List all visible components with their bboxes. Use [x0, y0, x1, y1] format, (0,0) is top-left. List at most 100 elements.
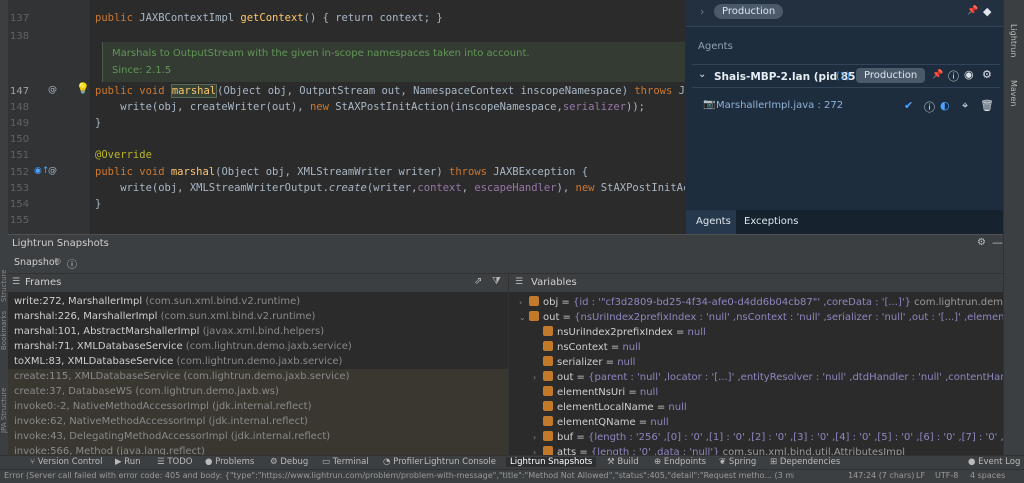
frame-row[interactable]: toXML:83, XMLDatabaseService (com.lightr…: [14, 356, 342, 367]
expand-arrow-icon[interactable]: ›: [519, 298, 529, 307]
variable-value: {length : '0' ,data : 'null'}: [590, 447, 720, 455]
code-line-153: write(obj, XMLStreamWriterOutput.create(…: [95, 182, 685, 194]
target-icon[interactable]: ⌖: [962, 99, 968, 113]
frame-row[interactable]: invoke0:-2, NativeMethodAccessorImpl (jd…: [14, 401, 312, 412]
minimize-icon[interactable]: —: [992, 236, 1003, 249]
trash-icon[interactable]: 🗑: [980, 99, 994, 112]
variable-row[interactable]: ⌄ out = {nsUriIndex2prefixIndex : 'null' …: [519, 311, 1003, 323]
frame-row[interactable]: invoke:43, DelegatingMethodAccessorImpl …: [14, 431, 330, 442]
variable-row[interactable]: elementLocalName = null: [533, 401, 687, 413]
bottom-tab-endpoints[interactable]: ⊕ Endpoints: [654, 457, 706, 467]
tab-snapshot[interactable]: Snapshot: [14, 257, 58, 268]
variable-row[interactable]: nsUriIndex2prefixIndex = null: [533, 326, 706, 338]
variable-row[interactable]: › out = {parent : 'null' ,locator : '[...…: [533, 371, 1003, 383]
maven-tab[interactable]: Maven: [1009, 80, 1018, 107]
field-icon: [543, 416, 553, 426]
status-message[interactable]: Error (Server call failed with error cod…: [4, 471, 794, 480]
bottom-tab-spring[interactable]: ❦ Spring: [719, 457, 756, 467]
info-icon[interactable]: ⓘ: [67, 256, 77, 271]
expand-arrow-icon[interactable]: ›: [533, 373, 543, 382]
production-pill[interactable]: Production: [714, 4, 784, 19]
eye-icon[interactable]: ◉: [964, 68, 974, 81]
export-icon[interactable]: ⇗: [474, 276, 482, 287]
frames-panel: ☰ Frames ⇗ ⧩ write:272, MarshallerImpl (…: [8, 274, 509, 455]
variable-row[interactable]: › obj = {id : '"cf3d2809-bd25-4f34-afe0-d…: [519, 296, 1003, 308]
frame-package: (com.lightrun.demo.jaxb.service): [185, 341, 352, 352]
frame-row[interactable]: create:37, DatabaseWS (com.lightrun.demo…: [14, 386, 279, 397]
cursor-position[interactable]: 147:24 (7 chars): [848, 471, 914, 480]
field-icon: [543, 326, 553, 336]
expand-arrow-icon[interactable]: ⌄: [519, 313, 529, 322]
bottom-tab-debug[interactable]: ⚙ Debug: [270, 457, 308, 467]
structure-tab[interactable]: Structure: [0, 262, 8, 302]
frame-package: (com.lightrun.demo.jaxb.service): [183, 371, 350, 382]
annotation-marker-icon[interactable]: @: [48, 85, 57, 95]
frame-row[interactable]: marshal:226, MarshallerImpl (com.sun.xml…: [14, 311, 315, 322]
frame-row[interactable]: marshal:71, XMLDatabaseService (com.ligh…: [14, 341, 352, 352]
bottom-tab-run[interactable]: ▶ Run: [115, 457, 141, 467]
frame-row[interactable]: marshal:101, AbstractMarshallerImpl (jav…: [14, 326, 324, 337]
bookmarks-tab[interactable]: Bookmarks: [0, 305, 8, 350]
variables-panel: ☰ Variables › obj = {id : '"cf3d2809-bd25…: [509, 274, 1003, 455]
variable-value: {nsUriIndex2prefixIndex : 'null' ,nsCont…: [574, 312, 1003, 323]
toggle-icon[interactable]: ◐: [940, 99, 950, 112]
lightbulb-icon[interactable]: 💡: [76, 82, 90, 95]
bottom-tab-problems[interactable]: ● Problems: [205, 457, 254, 467]
frame-row[interactable]: create:115, XMLDatabaseService (com.ligh…: [14, 371, 349, 382]
variables-icon: ☰: [515, 277, 524, 287]
bottom-tab-lightrun-console[interactable]: Lightrun Console: [424, 457, 496, 467]
bottom-tab-profiler[interactable]: ◔ Profiler: [383, 457, 423, 467]
filter-icon[interactable]: ⚙: [982, 68, 992, 81]
info-icon[interactable]: ⓘ: [948, 68, 959, 84]
code-line-152: public void marshal(Object obj, XMLStrea…: [95, 166, 589, 178]
snapshot-item-row[interactable]: 📷 MarshallerImpl.java : 272 ✔ ⓘ ◐ ⌖ 🗑: [700, 99, 1000, 115]
bottom-tab-dependencies[interactable]: ⊞ Dependencies: [770, 457, 840, 467]
bottom-tab-build[interactable]: ⚒ Build: [607, 457, 639, 467]
frame-row[interactable]: invoke:62, NativeMethodAccessorImpl (jdk…: [14, 416, 308, 427]
agent-production-pill[interactable]: Production: [856, 68, 926, 83]
variable-row[interactable]: nsContext = null: [533, 341, 641, 353]
agent-name: Shais-MBP-2.lan (pid 8591): [714, 71, 875, 83]
variable-row[interactable]: elementNsUri = null: [533, 386, 658, 398]
toolwindow-header: Lightrun Snapshots ⚙ —: [8, 234, 1003, 253]
file-encoding[interactable]: UTF-8: [935, 471, 958, 480]
field-icon: [529, 296, 539, 306]
tab-agents[interactable]: Agents: [696, 216, 731, 227]
variable-row[interactable]: › buf = {length : '256' ,[0] : '0' ,[1] :…: [533, 431, 1003, 443]
variable-row[interactable]: serializer = null: [533, 356, 635, 368]
bottom-tab-todo[interactable]: ☰ TODO: [157, 457, 192, 467]
bottom-tab-event-log[interactable]: ● Event Log: [968, 457, 1020, 467]
close-icon[interactable]: ⊗: [54, 257, 62, 267]
code-editor[interactable]: 137 138 147 148 149 150 151 152 153 154 …: [8, 0, 685, 234]
pin-icon[interactable]: 📌: [932, 70, 943, 80]
tab-exceptions[interactable]: Exceptions: [744, 216, 798, 227]
jpa-structure-tab[interactable]: JPA Structure: [0, 378, 8, 433]
frame-package: (java.lang.reflect): [116, 446, 205, 455]
tag-icon[interactable]: ◆: [983, 5, 991, 18]
chevron-down-icon[interactable]: ⌄: [698, 69, 706, 80]
bottom-tab-version-control[interactable]: ⑂ Version Control: [30, 457, 103, 467]
pin-icon[interactable]: 📌: [967, 6, 978, 16]
frame-row[interactable]: write:272, MarshallerImpl (com.sun.xml.b…: [14, 296, 300, 307]
indent-setting[interactable]: 4 spaces: [970, 471, 1005, 480]
chevron-right-icon[interactable]: ›: [700, 5, 704, 18]
bottom-tab-terminal[interactable]: ▭ Terminal: [322, 457, 369, 467]
panel-tabs: Agents Exceptions: [686, 210, 1003, 234]
bottom-tab-lightrun-snapshots[interactable]: Lightrun Snapshots: [506, 457, 597, 467]
expand-arrow-icon[interactable]: ›: [533, 433, 543, 442]
frame-row[interactable]: invoke:566, Method (java.lang.reflect): [14, 446, 205, 455]
check-icon[interactable]: ✔: [904, 99, 913, 112]
annotation-marker-icon[interactable]: @: [48, 166, 57, 176]
variable-row[interactable]: elementQName = null: [533, 416, 669, 428]
line-separator[interactable]: LF: [916, 471, 925, 480]
agent-row[interactable]: ⌄ Shais-MBP-2.lan (pid 8591) (1) Product…: [692, 64, 1000, 88]
variable-row[interactable]: › atts = {length : '0' ,data : 'null'} co…: [533, 446, 905, 455]
info-icon[interactable]: ⓘ: [924, 99, 935, 115]
settings-gear-icon[interactable]: ⚙: [977, 237, 986, 248]
expand-arrow-icon[interactable]: ›: [533, 448, 543, 455]
variable-value: null: [617, 357, 636, 368]
filter-icon[interactable]: ⧩: [492, 276, 501, 287]
lightrun-tab[interactable]: Lightrun: [1009, 24, 1018, 57]
snapshot-location[interactable]: MarshallerImpl.java : 272: [716, 100, 843, 111]
line-number: 147: [10, 86, 30, 97]
